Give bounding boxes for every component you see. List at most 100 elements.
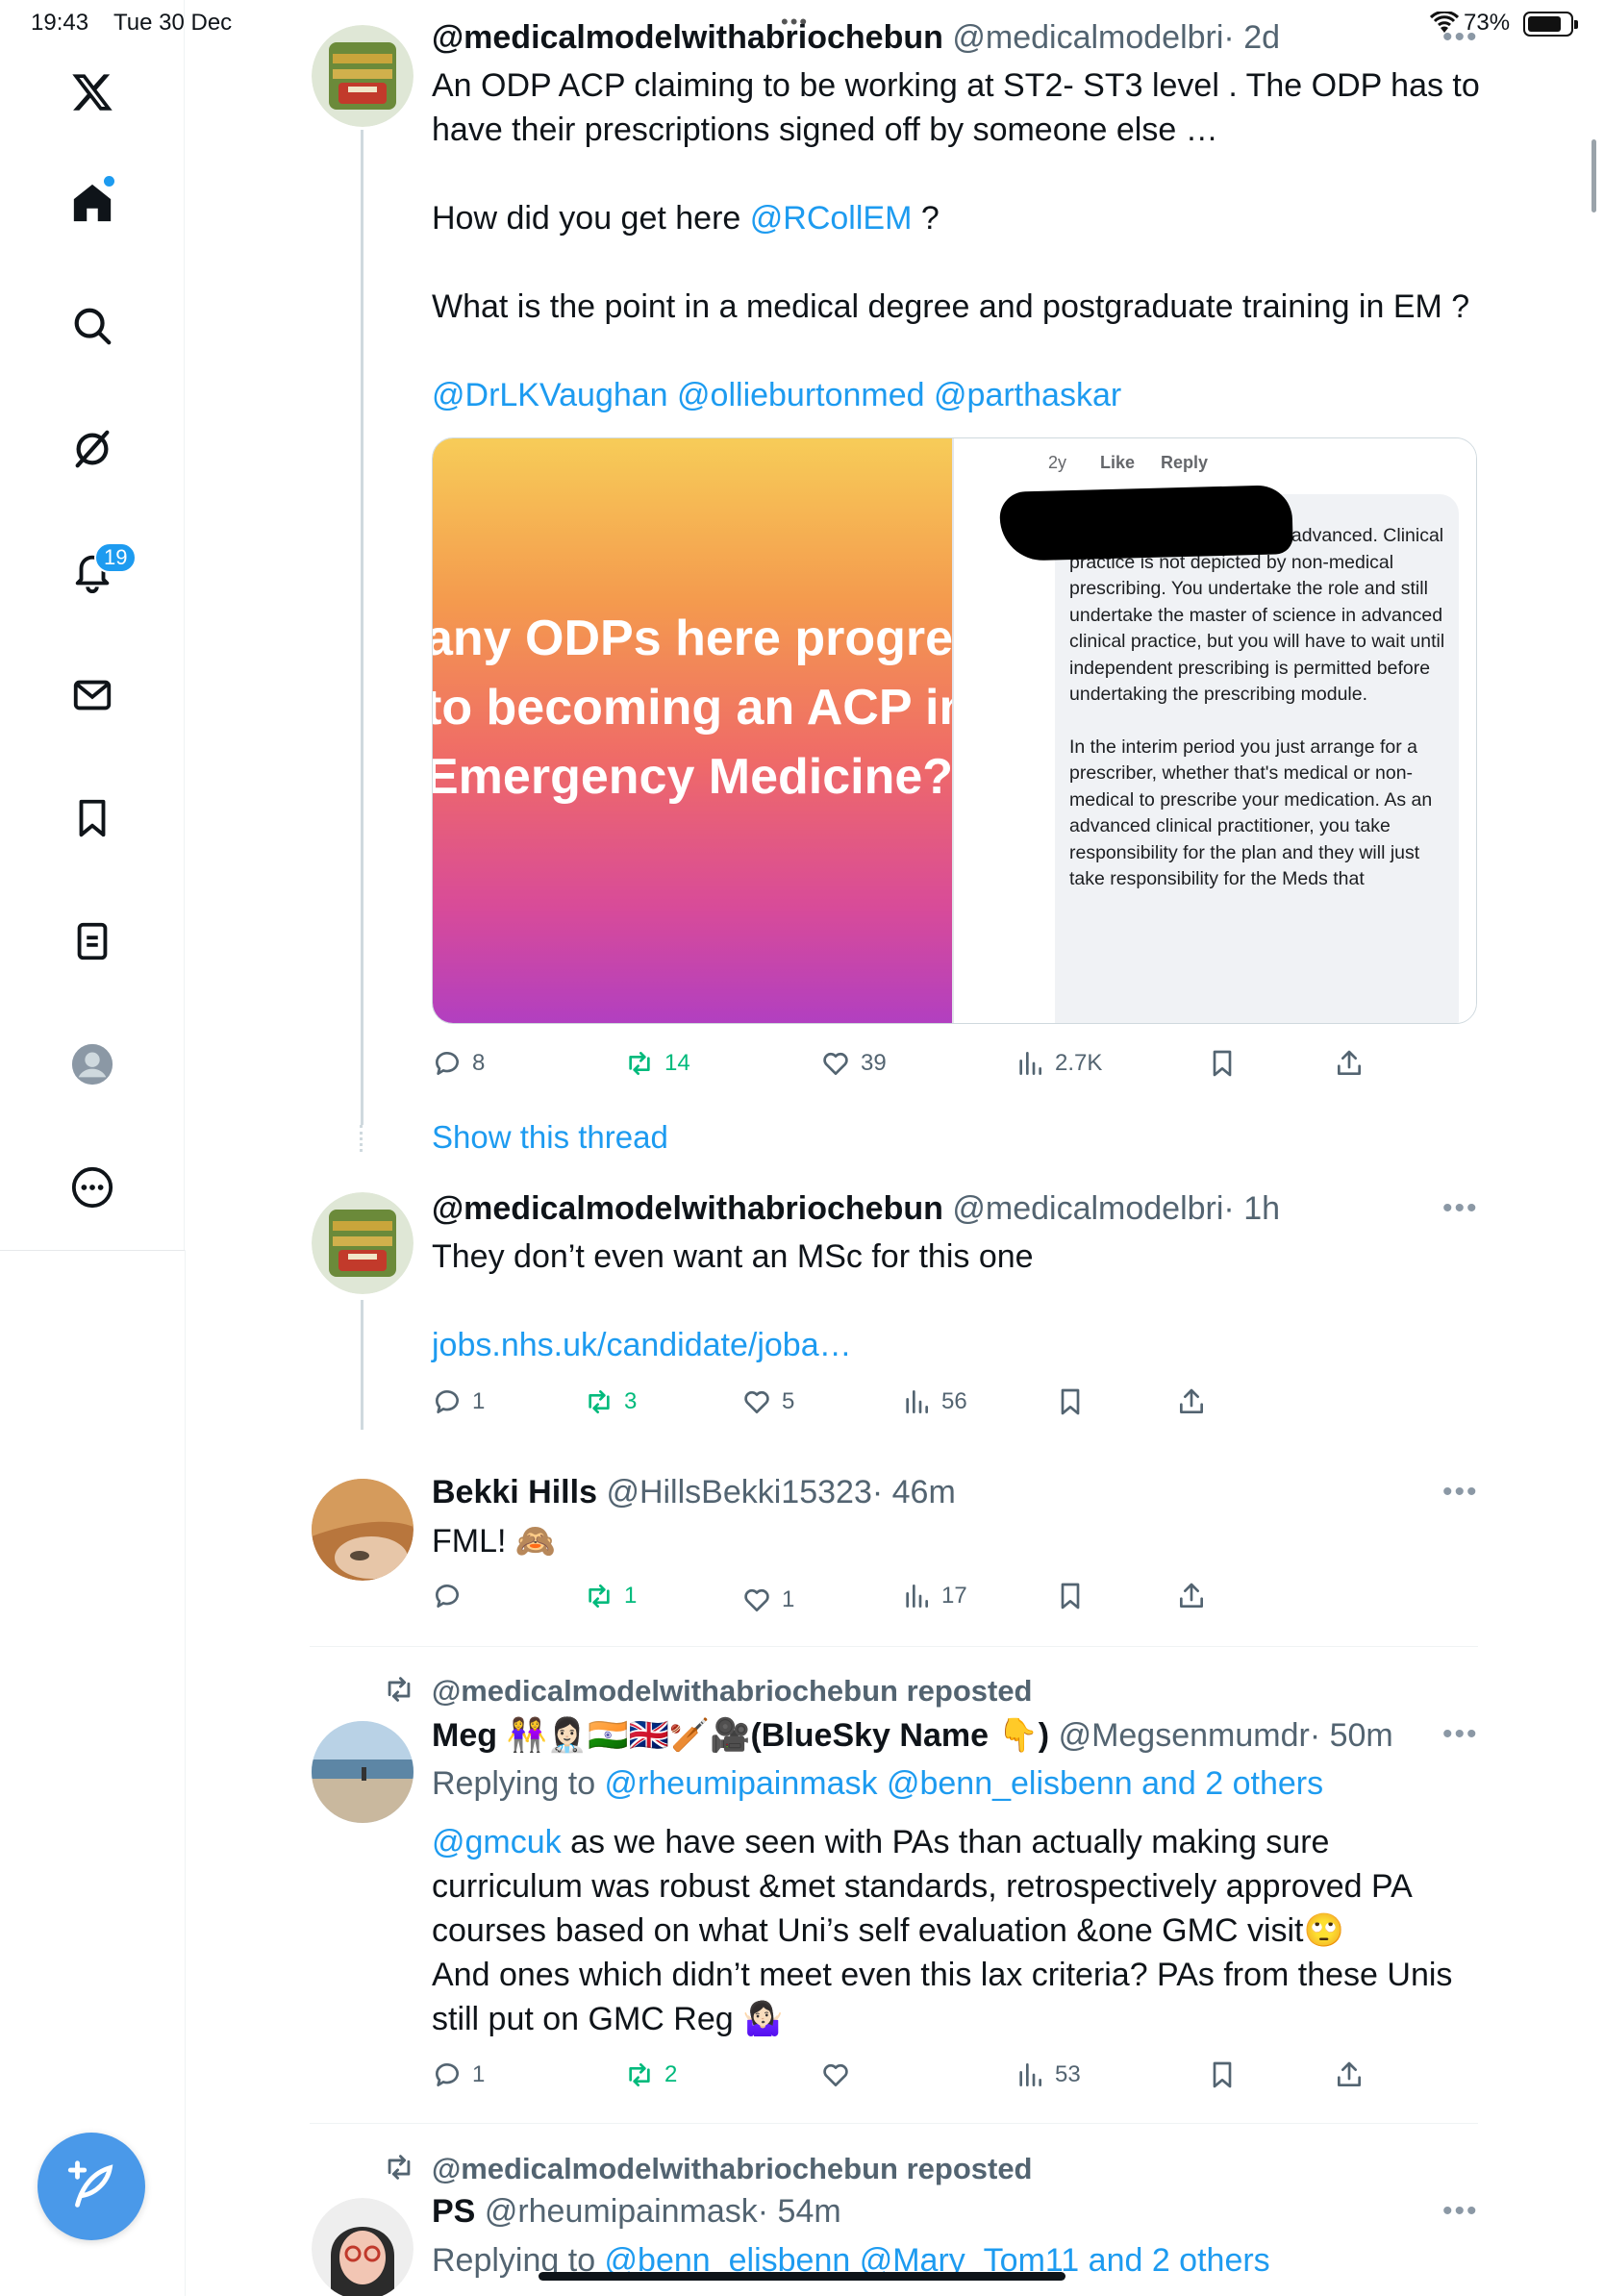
mention-link[interactable]: @RCollEM: [750, 200, 913, 237]
show-thread-link[interactable]: Show this thread: [432, 1119, 668, 1156]
bookmark-icon[interactable]: [1207, 1044, 1238, 1083]
avatar[interactable]: [312, 1721, 414, 1823]
sidebar-rail: [185, 1250, 186, 2296]
views-button[interactable]: 2.7K: [1015, 1044, 1102, 1083]
repost-indicator-icon: [383, 1673, 415, 1714]
scrollbar[interactable]: [1591, 139, 1596, 212]
reply-button[interactable]: 1: [432, 2056, 485, 2094]
grok-icon[interactable]: [63, 419, 122, 479]
lists-icon[interactable]: [63, 911, 122, 971]
reply-count: 1: [472, 2061, 486, 2087]
more-icon[interactable]: •••: [1442, 21, 1479, 54]
author-name[interactable]: Bekki Hills: [432, 1474, 597, 1510]
messages-envelope-icon[interactable]: [63, 665, 122, 725]
search-icon[interactable]: [63, 296, 122, 356]
author-name[interactable]: @medicalmodelwithabriochebun: [432, 1190, 943, 1227]
repost-count: 14: [664, 1050, 690, 1076]
bookmark-icon[interactable]: [1207, 2056, 1238, 2094]
more-options-icon[interactable]: [63, 1158, 122, 1217]
more-icon[interactable]: •••: [1442, 2195, 1479, 2228]
share-icon[interactable]: [1334, 1044, 1365, 1083]
tweet-text: FML! 🙈: [432, 1523, 557, 1560]
tweet-paragraph: How did you get here @RCollEM ?: [432, 200, 940, 237]
share-icon[interactable]: [1176, 1577, 1207, 1615]
bookmark-icon[interactable]: [1055, 1577, 1086, 1615]
author-handle[interactable]: @rheumipainmask: [485, 2193, 758, 2230]
author-handle[interactable]: @HillsBekki15323: [606, 1474, 871, 1510]
comment-text: quite simple, advanced. Clinical practic…: [1069, 525, 1445, 889]
media-graphic: any ODPs here progre to becoming an ACP …: [433, 438, 952, 1023]
divider: [310, 1646, 1478, 1647]
tweet-text: @gmcuk as we have seen with PAs than act…: [432, 1824, 1453, 2037]
like-button[interactable]: 5: [741, 1383, 794, 1421]
author-handle[interactable]: @Megsenmumdr: [1059, 1717, 1310, 1754]
more-icon[interactable]: •••: [1442, 1718, 1479, 1751]
like-button[interactable]: [820, 2056, 851, 2094]
home-indicator[interactable]: [539, 2272, 1065, 2281]
tweet-actions: 1 1 17: [432, 1577, 1490, 1615]
like-count: 5: [782, 1388, 795, 1414]
views-count: 17: [941, 1583, 967, 1609]
bookmark-icon[interactable]: [1055, 1383, 1086, 1421]
repost-button[interactable]: 2: [624, 2056, 677, 2094]
author-handle[interactable]: @medicalmodelbri: [952, 19, 1223, 56]
repost-button[interactable]: 1: [584, 1577, 637, 1615]
tweet-actions: 1 2 53: [432, 2056, 1490, 2094]
bookmarks-icon[interactable]: [63, 788, 122, 848]
avatar[interactable]: [312, 1479, 414, 1581]
repost-button[interactable]: 3: [584, 1383, 637, 1421]
avatar[interactable]: [312, 1192, 414, 1294]
reply-count: 8: [472, 1050, 486, 1076]
mention-links[interactable]: @DrLKVaughan @ollieburtonmed @parthaskar: [432, 373, 1480, 417]
mention-link[interactable]: @gmcuk: [432, 1824, 562, 1860]
author-name[interactable]: Meg 👭👩🏻‍⚕️🇮🇳🇬🇧🏏🎥(BlueSky Name 👇): [432, 1717, 1049, 1754]
compose-post-button[interactable]: [38, 2133, 145, 2240]
tweet-time[interactable]: · 2d: [1223, 19, 1280, 56]
reply-button[interactable]: 1: [432, 1383, 485, 1421]
views-button[interactable]: 53: [1015, 2056, 1081, 2094]
tweet-time[interactable]: · 46m: [872, 1474, 956, 1510]
like-count: 1: [782, 1586, 795, 1612]
views-button[interactable]: 17: [901, 1577, 967, 1615]
author-name[interactable]: @medicalmodelwithabriochebun: [432, 19, 943, 56]
repost-label[interactable]: @medicalmodelwithabriochebun reposted: [432, 1674, 1033, 1709]
like-button[interactable]: 1: [741, 1581, 794, 1619]
tweet-media-image[interactable]: any ODPs here progre to becoming an ACP …: [432, 437, 1477, 1024]
like-button[interactable]: 39: [820, 1044, 887, 1083]
reply-button[interactable]: [432, 1577, 463, 1615]
tweet-header: @medicalmodelwithabriochebun @medicalmod…: [432, 19, 1280, 57]
sidebar: 19: [0, 0, 185, 1250]
share-icon[interactable]: [1176, 1383, 1207, 1421]
more-icon[interactable]: •••: [1442, 1476, 1479, 1509]
avatar[interactable]: [312, 25, 414, 127]
tweet-paragraph: What is the point in a medical degree an…: [432, 288, 1470, 325]
home-unread-dot: [104, 176, 114, 187]
tweet-header: Bekki Hills @HillsBekki15323· 46m: [432, 1474, 956, 1511]
author-handle[interactable]: @medicalmodelbri: [952, 1190, 1223, 1227]
tweet-time[interactable]: · 54m: [758, 2193, 841, 2230]
reply-button[interactable]: 8: [432, 1044, 485, 1083]
notifications-badge: 19: [94, 542, 138, 573]
replying-to: Replying to @rheumipainmask @benn_elisbe…: [432, 1765, 1324, 1802]
thread-line: [361, 1300, 363, 1430]
views-button[interactable]: 56: [901, 1383, 967, 1421]
repost-count: 3: [624, 1388, 638, 1414]
repost-indicator-icon: [383, 2151, 415, 2192]
share-icon[interactable]: [1334, 2056, 1365, 2094]
thread-line: [361, 130, 363, 1125]
tweet-time[interactable]: · 1h: [1223, 1190, 1280, 1227]
avatar[interactable]: [312, 2198, 414, 2296]
replying-to-links[interactable]: @rheumipainmask @benn_elisbenn and 2 oth…: [605, 1765, 1324, 1802]
author-name[interactable]: PS: [432, 2193, 475, 2230]
url-link[interactable]: jobs.nhs.uk/candidate/joba…: [432, 1323, 1480, 1367]
profile-avatar-icon[interactable]: [63, 1035, 122, 1094]
tweet-header: PS @rheumipainmask· 54m: [432, 2193, 841, 2231]
battery-icon: [1523, 12, 1578, 37]
repost-label[interactable]: @medicalmodelwithabriochebun reposted: [432, 2152, 1033, 2186]
x-logo-icon[interactable]: [63, 62, 122, 122]
views-count: 53: [1055, 2061, 1081, 2087]
repost-button[interactable]: 14: [624, 1044, 690, 1083]
tweet-time[interactable]: · 50m: [1310, 1717, 1393, 1754]
more-icon[interactable]: •••: [1442, 1192, 1479, 1225]
tweet-actions: 1 3 5 56: [432, 1383, 1490, 1421]
